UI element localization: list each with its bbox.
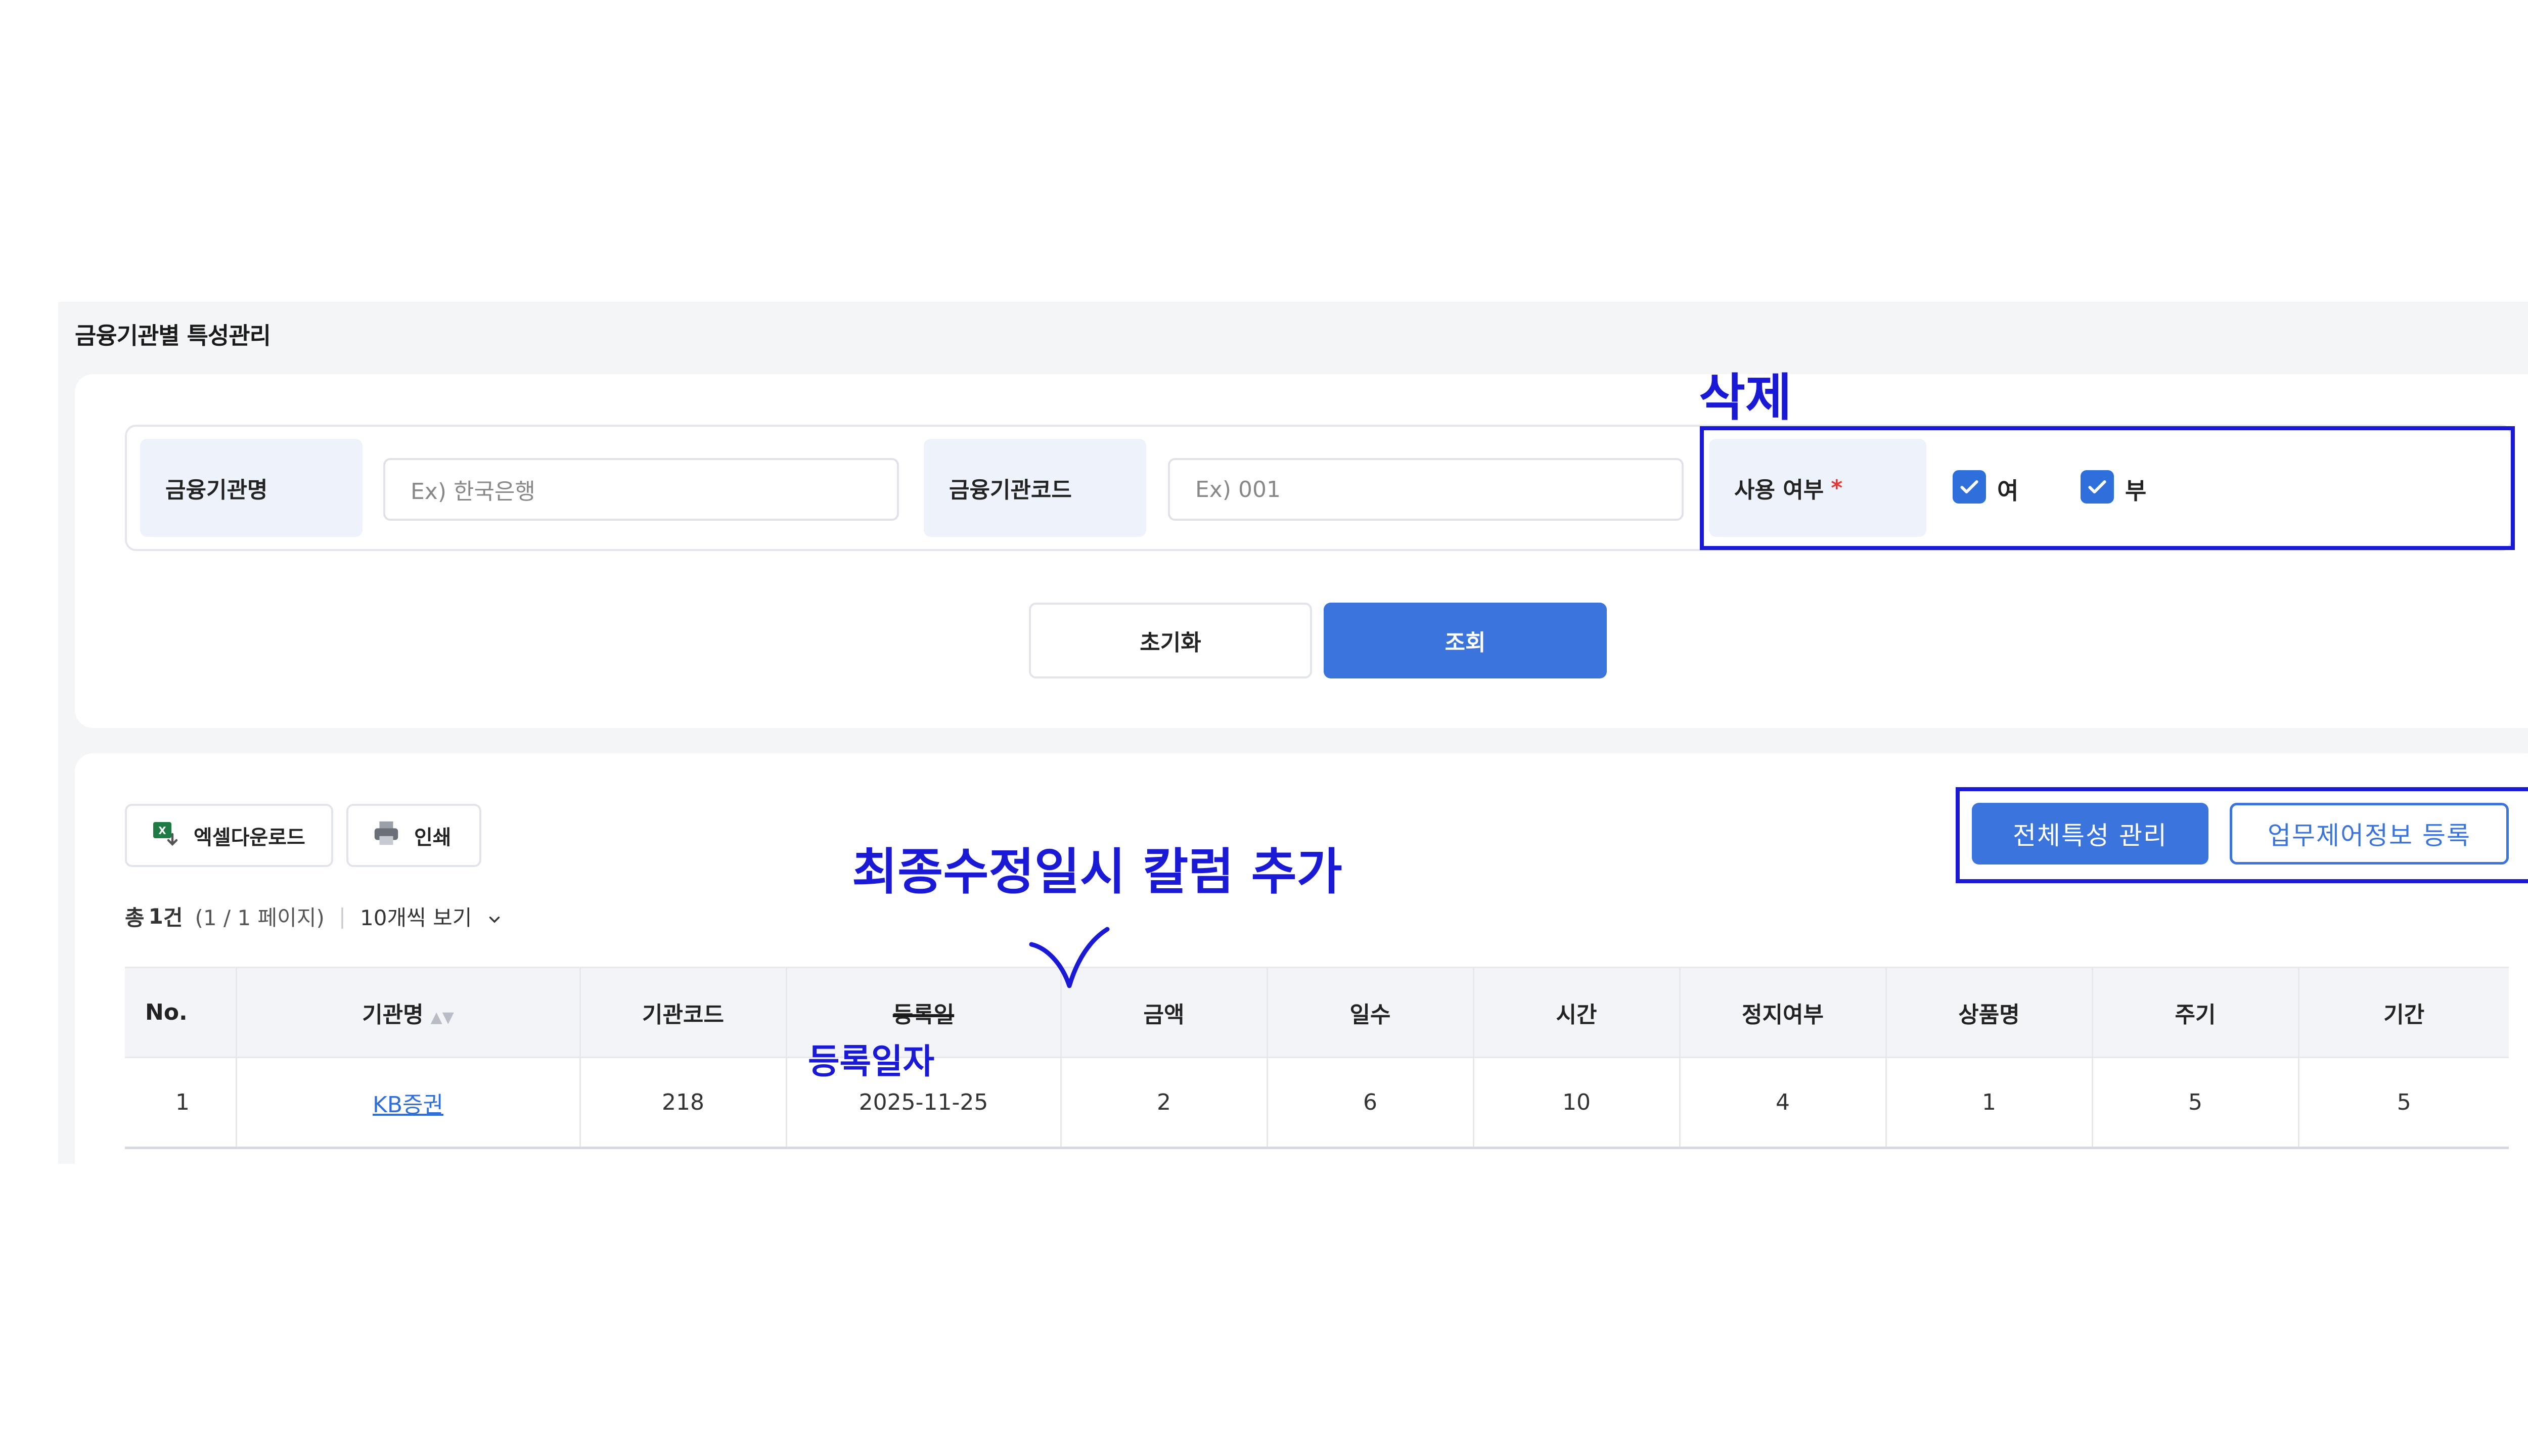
printer-icon: [372, 818, 401, 853]
cell-institution-name: KB증권: [236, 1057, 581, 1149]
sort-icon[interactable]: ▲▼: [431, 1009, 454, 1026]
cell-product-name: 1: [1886, 1057, 2093, 1149]
total-count: 1: [148, 904, 163, 929]
col-period: 기간: [2298, 967, 2509, 1058]
page-size-select[interactable]: 10개씩 보기: [360, 901, 503, 932]
col-product-name: 상품명: [1886, 967, 2093, 1058]
total-prefix: 총: [125, 905, 145, 930]
institution-name-label: 금융기관명: [140, 439, 363, 537]
annotation-checkmark-icon: [1029, 927, 1110, 988]
print-label: 인쇄: [414, 826, 452, 849]
col-no: No.: [125, 967, 237, 1058]
page-info: (1 / 1 페이지): [195, 905, 325, 930]
cell-days: 6: [1267, 1057, 1474, 1149]
annotation-box-use-yn: [1700, 426, 2515, 550]
cell-suspended: 4: [1680, 1057, 1887, 1149]
cell-time: 10: [1473, 1057, 1681, 1149]
cell-cycle: 5: [2092, 1057, 2299, 1149]
excel-download-button[interactable]: X 엑셀다운로드: [125, 804, 333, 867]
annotation-delete: 삭제: [1699, 368, 1792, 427]
institution-link[interactable]: KB증권: [373, 1092, 443, 1118]
divider: |: [338, 904, 346, 929]
table-row: 1 KB증권 218 2025-11-25 2 6 10 4 1 5 5: [125, 1057, 2509, 1149]
annotation-rename: 등록일자: [808, 1042, 935, 1082]
institution-name-input[interactable]: Ex) 한국은행: [383, 458, 899, 521]
page-title: 금융기관별 특성관리: [75, 322, 271, 349]
svg-text:X: X: [158, 825, 166, 837]
total-suffix: 건: [163, 905, 183, 930]
cell-institution-code: 218: [580, 1057, 787, 1149]
col-days: 일수: [1267, 967, 1474, 1058]
excel-icon: X: [150, 818, 180, 853]
result-summary: 총 1 건 (1 / 1 페이지) | 10개씩 보기: [125, 901, 503, 932]
cell-no: 1: [125, 1057, 237, 1149]
excel-download-label: 엑셀다운로드: [194, 826, 305, 849]
cell-amount: 2: [1061, 1057, 1268, 1149]
page-size-label: 10개씩 보기: [360, 905, 472, 930]
characteristics-table: No. 기관명 ▲▼ 기관코드 등록일 금액 일수 시간 정지여부 상품명 주기 …: [125, 967, 2509, 1149]
table-header-row: No. 기관명 ▲▼ 기관코드 등록일 금액 일수 시간 정지여부 상품명 주기 …: [125, 967, 2509, 1058]
col-suspended: 정지여부: [1680, 967, 1887, 1058]
annotation-add-column: 최종수정일시 칼럼 추가: [852, 843, 1342, 901]
institution-code-label: 금융기관코드: [924, 439, 1146, 537]
col-institution-name-label: 기관명: [362, 1002, 424, 1028]
col-cycle: 주기: [2092, 967, 2299, 1058]
print-button[interactable]: 인쇄: [346, 804, 481, 867]
search-button[interactable]: 조회: [1324, 603, 1607, 678]
institution-code-input[interactable]: Ex) 001: [1168, 458, 1684, 521]
cell-period: 5: [2298, 1057, 2509, 1149]
col-institution-code: 기관코드: [580, 967, 787, 1058]
reset-button[interactable]: 초기화: [1029, 603, 1312, 678]
col-institution-name[interactable]: 기관명 ▲▼: [236, 967, 581, 1058]
annotation-box-actions: [1956, 787, 2528, 883]
chevron-down-icon: [489, 916, 500, 923]
col-time: 시간: [1473, 967, 1681, 1058]
col-registered-date-label: 등록일: [892, 1002, 955, 1028]
